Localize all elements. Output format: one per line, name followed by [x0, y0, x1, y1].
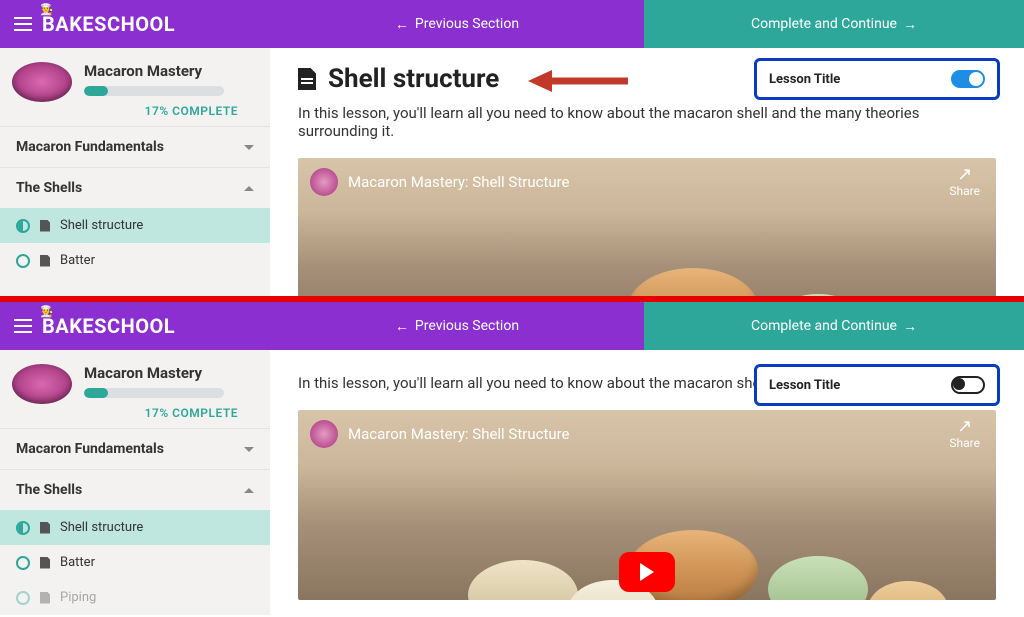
channel-avatar [310, 168, 338, 196]
brand-logo[interactable]: 👨‍🍳BAKESCHOOL [42, 314, 175, 338]
document-icon [40, 220, 50, 232]
chef-hat-icon: 👨‍🍳 [40, 305, 54, 318]
lesson-description: In this lesson, you'll learn all you nee… [298, 104, 996, 140]
video-title: Macaron Mastery: Shell Structure [348, 425, 570, 443]
progress-empty-icon [16, 254, 30, 268]
complete-continue-button[interactable]: Complete and Continue → [644, 302, 1024, 350]
lesson-title: Shell structure [328, 64, 499, 94]
lesson-video[interactable]: Macaron Mastery: Shell Structure ↗ Share [298, 410, 996, 600]
share-icon: ↗ [949, 418, 980, 436]
arrow-right-icon: → [903, 318, 917, 335]
sidebar: Macaron Mastery 17% COMPLETE Macaron Fun… [0, 48, 270, 296]
video-title: Macaron Mastery: Shell Structure [348, 173, 570, 191]
example-toggle-on: 👨‍🍳BAKESCHOOL ← Previous Section Complet… [0, 0, 1024, 296]
arrow-left-icon: ← [395, 16, 409, 33]
previous-section-button[interactable]: ← Previous Section [270, 302, 644, 350]
lesson-title-toggle[interactable] [951, 70, 985, 88]
topbar: 👨‍🍳BAKESCHOOL ← Previous Section Complet… [0, 302, 1024, 350]
section-fundamentals[interactable]: Macaron Fundamentals [0, 126, 270, 167]
arrow-right-icon: → [903, 16, 917, 33]
share-button[interactable]: ↗ Share [949, 418, 980, 450]
progress-empty-icon [16, 591, 30, 605]
lesson-piping[interactable]: Piping [0, 580, 270, 615]
arrow-left-icon: ← [395, 318, 409, 335]
chevron-down-icon [244, 145, 254, 150]
section-shells[interactable]: The Shells [0, 469, 270, 510]
previous-section-button[interactable]: ← Previous Section [270, 0, 644, 48]
chevron-down-icon [244, 447, 254, 452]
toggle-label: Lesson Title [769, 378, 840, 393]
progress-half-icon [16, 521, 30, 535]
complete-continue-button[interactable]: Complete and Continue → [644, 0, 1024, 48]
chef-hat-icon: 👨‍🍳 [40, 3, 54, 16]
main-content: Lesson Title Shell structure In this les… [270, 48, 1024, 296]
course-header: Macaron Mastery 17% COMPLETE [0, 48, 270, 126]
lesson-shell-structure[interactable]: Shell structure [0, 208, 270, 243]
annotation-arrow-icon [528, 66, 628, 96]
progress-text: 17% COMPLETE [84, 406, 258, 420]
example-toggle-off: 👨‍🍳BAKESCHOOL ← Previous Section Complet… [0, 302, 1024, 617]
progress-bar [84, 86, 224, 96]
course-title: Macaron Mastery [84, 364, 258, 382]
channel-avatar [310, 420, 338, 448]
document-icon [298, 68, 316, 90]
brand-logo[interactable]: 👨‍🍳BAKESCHOOL [42, 12, 175, 36]
chevron-up-icon [244, 488, 254, 493]
lesson-title-toggle[interactable] [951, 376, 985, 394]
document-icon [40, 522, 50, 534]
progress-half-icon [16, 219, 30, 233]
menu-icon[interactable] [14, 319, 32, 333]
lesson-video[interactable]: Macaron Mastery: Shell Structure ↗ Share [298, 158, 996, 296]
topbar: 👨‍🍳BAKESCHOOL ← Previous Section Complet… [0, 0, 1024, 48]
lesson-title-toggle-callout: Lesson Title [754, 364, 1000, 406]
document-icon [40, 592, 50, 604]
section-shells[interactable]: The Shells [0, 167, 270, 208]
document-icon [40, 557, 50, 569]
sidebar: Macaron Mastery 17% COMPLETE Macaron Fun… [0, 350, 270, 615]
progress-text: 17% COMPLETE [84, 104, 258, 118]
main-content: Lesson Title In this lesson, you'll lear… [270, 350, 1024, 615]
course-title: Macaron Mastery [84, 62, 258, 80]
chevron-up-icon [244, 186, 254, 191]
document-icon [40, 255, 50, 267]
section-fundamentals[interactable]: Macaron Fundamentals [0, 428, 270, 469]
share-icon: ↗ [949, 166, 980, 184]
lesson-batter[interactable]: Batter [0, 545, 270, 580]
brand-area: 👨‍🍳BAKESCHOOL [0, 302, 270, 350]
course-header: Macaron Mastery 17% COMPLETE [0, 350, 270, 428]
progress-bar [84, 388, 224, 398]
lesson-batter[interactable]: Batter [0, 243, 270, 278]
progress-empty-icon [16, 556, 30, 570]
share-button[interactable]: ↗ Share [949, 166, 980, 198]
play-icon[interactable] [619, 552, 675, 592]
brand-area: 👨‍🍳BAKESCHOOL [0, 0, 270, 48]
lesson-shell-structure[interactable]: Shell structure [0, 510, 270, 545]
lesson-title-toggle-callout: Lesson Title [754, 58, 1000, 100]
course-thumbnail [12, 62, 72, 102]
course-thumbnail [12, 364, 72, 404]
menu-icon[interactable] [14, 17, 32, 31]
toggle-label: Lesson Title [769, 72, 840, 87]
